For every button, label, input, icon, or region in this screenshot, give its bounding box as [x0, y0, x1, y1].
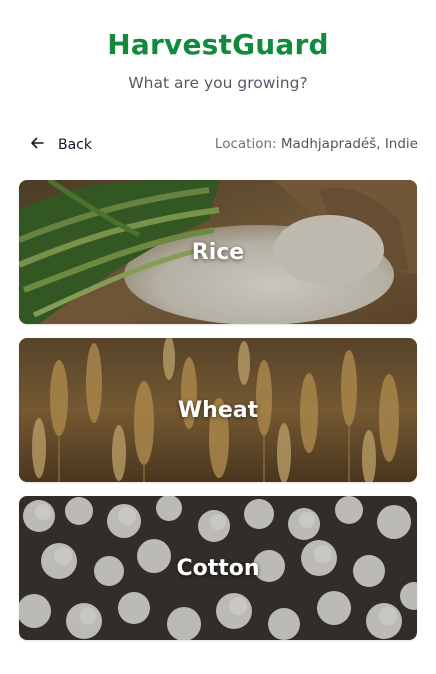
page-subtitle: What are you growing?: [128, 74, 308, 92]
crop-card-rice[interactable]: Rice: [19, 180, 417, 324]
location-indicator: Location: Madhjapradéš, Indie: [215, 136, 418, 152]
crop-label-rice: Rice: [191, 239, 245, 265]
back-button[interactable]: Back: [30, 134, 92, 156]
crop-label-cotton: Cotton: [176, 555, 260, 581]
back-label: Back: [58, 137, 92, 153]
arrow-left-icon: [30, 136, 58, 154]
location-value: Madhjapradéš, Indie: [280, 136, 418, 152]
nav-row: Back Location: Madhjapradéš, Indie: [0, 134, 436, 156]
crop-label-wheat: Wheat: [177, 397, 259, 423]
crop-card-cotton[interactable]: Cotton: [19, 496, 417, 640]
app-title: HarvestGuard: [107, 28, 329, 61]
location-label: Location:: [214, 136, 281, 152]
crop-card-wheat[interactable]: Wheat: [19, 338, 417, 482]
